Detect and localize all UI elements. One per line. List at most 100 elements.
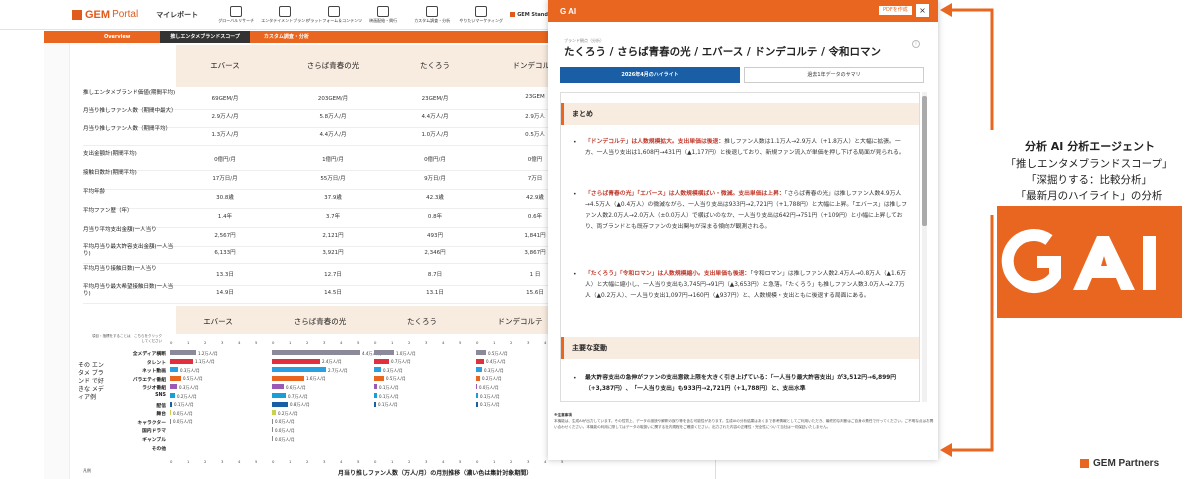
media-bar[interactable]: [170, 367, 178, 373]
media-bar[interactable]: [170, 410, 171, 416]
media-bar-value: 0.8万人/月: [290, 402, 310, 408]
trend-chart-title: 月当り推しファン人数（万人/月）の月別推移（濃い色は集計対象期間）: [338, 470, 533, 477]
gem-standard-icon: [510, 12, 516, 17]
media-bar[interactable]: [476, 384, 477, 390]
media-bar[interactable]: [476, 367, 482, 373]
media-bar[interactable]: [272, 393, 286, 398]
column-header[interactable]: エバース: [180, 60, 270, 71]
nav-item[interactable]: エンタテイメントブランド: [261, 5, 309, 24]
axis-tick: 1: [289, 459, 292, 464]
media-label: SNS: [155, 393, 166, 398]
row-label: 支出金額計(期間平均): [83, 151, 137, 157]
media-bar[interactable]: [374, 350, 394, 355]
cell-value: 6,133円: [214, 250, 236, 256]
media-bar[interactable]: [170, 393, 175, 398]
media-bar[interactable]: [476, 375, 480, 381]
media-bar[interactable]: [272, 350, 360, 355]
gai-logo-icon: [997, 206, 1182, 318]
media-bar[interactable]: [272, 384, 284, 390]
nav-item[interactable]: グローバルリサーチ: [213, 5, 259, 24]
media-bar[interactable]: [272, 427, 273, 433]
media-bar[interactable]: [476, 393, 478, 398]
nav-item[interactable]: やりたいマーケティング: [458, 5, 504, 24]
media-bar[interactable]: [374, 367, 381, 373]
media-bar-value: 0.1万人/月: [379, 393, 399, 399]
media-bar[interactable]: [272, 367, 326, 373]
axis-tick: 3: [221, 340, 224, 345]
axis-tick: 5: [357, 340, 360, 345]
summary-bullet: • 「たくろう」「令和ロマン」は人数規模縮小。支出単価も後退：「令和ロマン」は推し…: [573, 271, 907, 299]
media-hint[interactable]: 項目・指標をすることは こちらをクリックしてください: [92, 334, 162, 344]
cell-value: 4.4万人/月: [319, 132, 347, 138]
gem-partners-logo: GEM Partners: [1080, 458, 1159, 469]
tab-overview[interactable]: Overview: [44, 31, 160, 43]
cell-value: 17万日/月: [212, 176, 238, 182]
my-report-link[interactable]: マイレポート: [156, 10, 198, 20]
media-bar[interactable]: [170, 384, 177, 390]
cell-value: 23GEM/月: [421, 96, 449, 102]
media-bar[interactable]: [374, 393, 377, 398]
tab-brand-scope[interactable]: 推しエンタメブランドスコープ: [160, 31, 250, 43]
row-label: 平均年齢: [83, 189, 106, 195]
media-bar-value: 0.2万人/月: [482, 376, 502, 382]
analysis-subject: たくろう / さらば青春の光 / エバース / ドンデコルテ / 令和ロマン: [564, 46, 882, 58]
media-bar-value: 0.2万人/月: [278, 410, 298, 416]
portal-logo[interactable]: GEM Portal: [72, 9, 138, 21]
media-bar[interactable]: [476, 358, 484, 364]
cell-value: 1億円/月: [322, 157, 344, 163]
media-bar[interactable]: [170, 350, 196, 355]
media-column-header[interactable]: エバース: [168, 316, 268, 327]
create-pdf-button[interactable]: PDFを作成: [878, 5, 913, 16]
row-label: 平均月当り接触日数(一人当り: [83, 266, 157, 272]
media-bar[interactable]: [170, 375, 181, 381]
axis-tick: 1: [187, 340, 190, 345]
cell-value: 493円: [427, 233, 443, 239]
axis-tick: 5: [459, 459, 462, 464]
analysis-body: まとめ • 「ドンデコルテ」は人数規模拡大。支出単価は後退：推しファン人数は1.1…: [560, 92, 920, 402]
cell-value: 3.7年: [325, 214, 341, 220]
nav-item[interactable]: 映画配給・興行: [360, 5, 406, 24]
arrow-icon: [940, 3, 994, 457]
cell-value: 0億円/月: [214, 157, 236, 163]
nav-item[interactable]: プラットフォーム＆コンテンツ: [306, 5, 362, 24]
media-bar[interactable]: [170, 401, 172, 407]
tab-custom-analysis[interactable]: カスタム調査・分析: [250, 31, 309, 43]
media-bar[interactable]: [374, 358, 389, 364]
row-label: 月当り推しファン人数（期間中最大）: [83, 108, 177, 114]
media-bar[interactable]: [476, 350, 486, 355]
media-label: 国内ドラマ: [142, 429, 166, 435]
panel-scroll-thumb[interactable]: [922, 96, 927, 226]
tab-yearly-summary[interactable]: 過去1年データのサマリ: [744, 67, 924, 83]
left-gutter: [44, 43, 70, 479]
gai-panel: G AI PDFを作成 × ブランド観点（分析） たくろう / さらば青春の光 …: [548, 0, 938, 460]
media-bar[interactable]: [374, 384, 377, 390]
cell-value: 13.1日: [426, 290, 444, 296]
info-icon[interactable]: i: [912, 40, 920, 48]
media-bar[interactable]: [272, 375, 304, 381]
media-column-header[interactable]: たくろう: [372, 316, 472, 327]
media-bar[interactable]: [374, 375, 384, 381]
media-bar[interactable]: [374, 401, 376, 407]
media-column-header[interactable]: さらば青春の光: [270, 316, 370, 327]
axis-tick: 3: [527, 340, 530, 345]
axis-tick: 5: [357, 459, 360, 464]
cell-value: 69GEM/月: [211, 96, 239, 102]
column-header[interactable]: たくろう: [390, 60, 480, 71]
media-bar[interactable]: [272, 410, 276, 416]
change-bullet: • 最大許容支出の急伸がファンの支出意欲上限を大きく引き上げている：「一人当り最大…: [573, 375, 897, 392]
media-bar[interactable]: [272, 358, 320, 364]
media-bar[interactable]: [170, 358, 193, 364]
column-header[interactable]: さらば青春の光: [288, 60, 378, 71]
media-bar[interactable]: [272, 418, 273, 424]
nav-item[interactable]: カスタム調査・分析: [409, 5, 455, 24]
media-bar[interactable]: [170, 418, 171, 424]
media-bar[interactable]: [272, 401, 288, 407]
tab-monthly-highlight[interactable]: 2026年4月のハイライト: [560, 67, 740, 83]
media-bar[interactable]: [476, 401, 478, 407]
axis-tick: 0: [170, 340, 173, 345]
media-bar-value: 0.1万人/月: [174, 402, 194, 408]
cell-value: 1.3万人/月: [211, 132, 239, 138]
media-bar[interactable]: [272, 436, 273, 441]
cell-value: 3,921円: [322, 250, 344, 256]
close-icon[interactable]: ×: [916, 4, 929, 17]
